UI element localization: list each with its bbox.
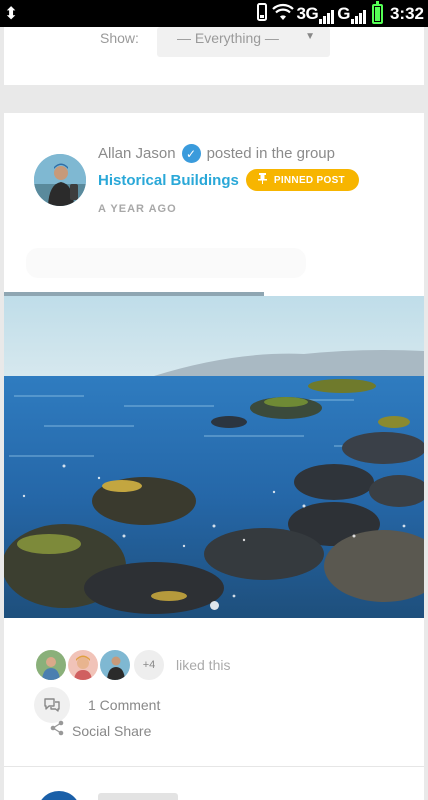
liker-avatar[interactable] — [34, 648, 68, 682]
activity-filter-select[interactable]: — Everything — ▼ — [157, 27, 330, 57]
post-text-placeholder — [26, 248, 306, 278]
post-photo[interactable] — [4, 296, 424, 618]
share-icon[interactable] — [50, 720, 64, 741]
comment-count-link[interactable]: 1 Comment — [88, 697, 160, 713]
pinned-post-label: PINNED POST — [273, 174, 345, 186]
wifi-icon — [271, 3, 294, 24]
filter-label: Show: — [100, 30, 139, 46]
liked-this-text: liked this — [176, 657, 231, 673]
status-icons: 3G G 3:32 — [255, 0, 424, 24]
signal-bars-icon-2 — [350, 8, 366, 24]
comments-row[interactable]: 1 Comment — [34, 687, 160, 723]
posted-in-text: posted in the group — [206, 145, 335, 162]
network-type-label-2: G — [337, 3, 350, 23]
comment-icon[interactable] — [34, 687, 70, 723]
pin-icon — [257, 173, 267, 187]
liker-avatar[interactable] — [66, 648, 100, 682]
liker-avatar[interactable] — [98, 648, 132, 682]
filter-selected-value: — Everything — — [177, 30, 279, 46]
activity-filter-card: Show: — Everything — ▼ — [4, 27, 424, 85]
next-post-author-placeholder — [98, 793, 178, 800]
social-share-label: Social Share — [72, 722, 152, 739]
activity-post-card: Allan Jason ✓ posted in the group Histor… — [4, 113, 424, 766]
carousel-dot[interactable] — [209, 601, 219, 610]
phone-vibrate-icon — [255, 3, 269, 24]
social-share-row[interactable]: Social Share — [50, 720, 151, 741]
group-line: Historical Buildings PINNED POST — [98, 169, 359, 191]
pinned-post-badge: PINNED POST — [245, 169, 359, 191]
post-timestamp: A YEAR AGO — [98, 203, 177, 215]
verified-check-icon: ✓ — [181, 144, 201, 163]
network-3g-indicator: 3G — [297, 4, 335, 24]
next-post-card — [4, 766, 424, 800]
group-link[interactable]: Historical Buildings — [98, 172, 239, 189]
network-g-indicator: G — [337, 4, 366, 24]
likers-row[interactable]: +4 liked this — [34, 648, 230, 682]
carousel-dots — [4, 601, 424, 610]
battery-icon — [371, 0, 383, 24]
author-line: Allan Jason ✓ posted in the group — [98, 144, 335, 163]
usb-icon: ⬍ — [4, 4, 19, 23]
signal-bars-icon — [319, 8, 335, 24]
author-avatar[interactable] — [34, 154, 86, 206]
author-name[interactable]: Allan Jason — [98, 145, 176, 162]
next-post-avatar[interactable] — [37, 791, 81, 800]
network-type-label: 3G — [296, 3, 319, 23]
status-bar: ⬍ 3G G 3:32 — [0, 0, 428, 27]
chevron-down-icon: ▼ — [305, 31, 315, 42]
clock: 3:32 — [389, 3, 424, 23]
more-likers-count[interactable]: +4 — [132, 648, 166, 682]
